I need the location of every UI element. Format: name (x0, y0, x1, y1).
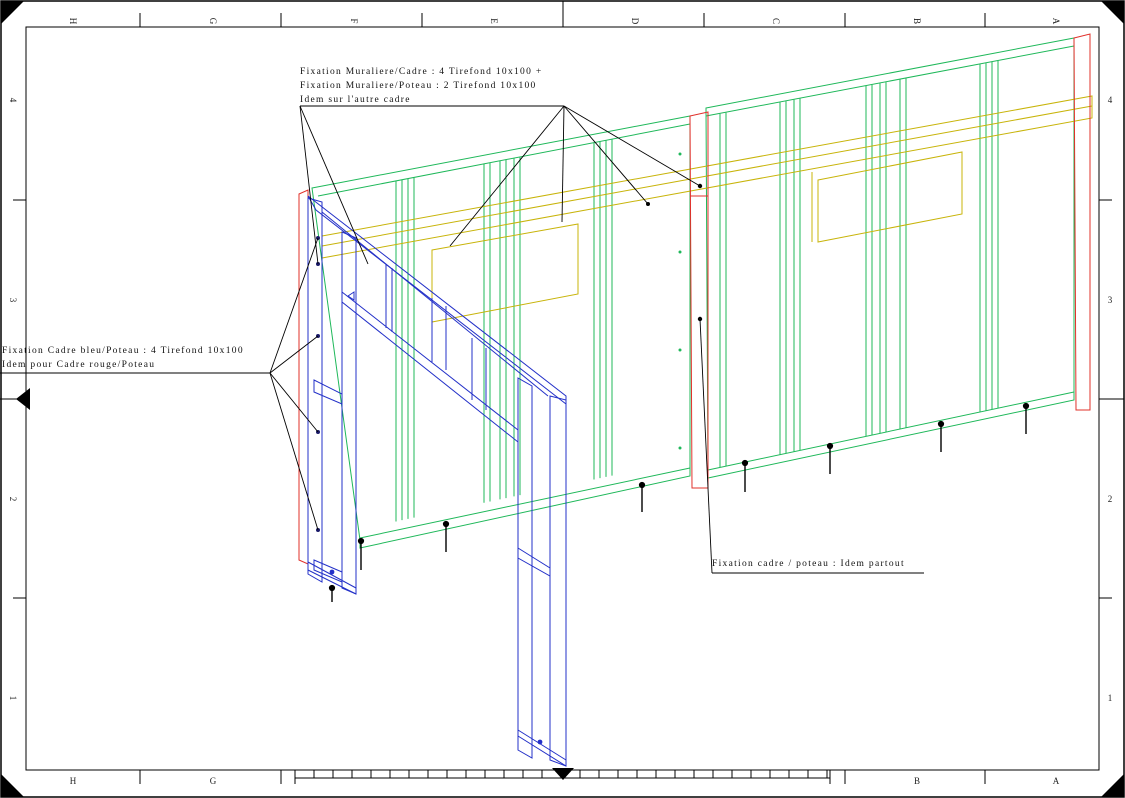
zone-label-left-1: 1 (8, 695, 18, 701)
zone-label-top-e: E (489, 18, 499, 24)
anchor-bolt-head (937, 420, 945, 428)
zone-label-left-3: 3 (8, 297, 18, 303)
blue-frame (307, 195, 567, 767)
zone-label-bottom-a: A (1052, 776, 1060, 786)
zone-label-bottom-g: G (209, 776, 217, 786)
zone-label-right-4: 4 (1107, 95, 1113, 105)
zone-label-top-d: D (630, 17, 640, 25)
wall-fixing-line-2: Fixation Muraliere/Poteau : 2 Tirefond 1… (300, 81, 537, 91)
zone-label-top-h: H (68, 17, 78, 25)
anchor-bolt-head (328, 584, 336, 592)
zone-label-right-3: 3 (1107, 295, 1113, 305)
zone-label-left-4: 4 (8, 97, 18, 103)
anchor-bolts (328, 402, 1030, 602)
wall-fixing-line-3: Idem sur l'autre cadre (300, 95, 411, 105)
blue-frame-fixing-line-1: Fixation Cadre bleu/Poteau : 4 Tirefond … (2, 346, 244, 356)
zone-label-top-a: A (1051, 17, 1061, 25)
red-posts (298, 33, 1091, 565)
leader-lines (0, 105, 924, 574)
wall-fixing-line-1: Fixation Muraliere/Cadre : 4 Tirefond 10… (300, 67, 543, 77)
zone-label-top-c: C (771, 17, 781, 24)
green-wall-frames (311, 37, 1075, 549)
zone-label-bottom-h: H (69, 776, 77, 786)
wall-fixing-note: Fixation Muraliere/Cadre : 4 Tirefond 10… (300, 65, 542, 107)
fixing-points (316, 152, 703, 745)
anchor-bolt-head (442, 520, 450, 528)
assembly-drawing (0, 0, 1125, 798)
blue-frame-fixing-line-2: Idem pour Cadre rouge/Poteau (2, 360, 156, 370)
zone-label-top-f: F (349, 18, 359, 24)
anchor-bolt-head (741, 459, 749, 467)
anchor-bolt-head (357, 537, 365, 545)
anchor-bolt-head (638, 481, 646, 489)
zone-label-right-1: 1 (1107, 693, 1113, 703)
blue-frame-fixing-note: Fixation Cadre bleu/Poteau : 4 Tirefond … (2, 344, 244, 372)
anchor-bolt-head (1022, 402, 1030, 410)
zone-label-top-b: B (912, 17, 922, 24)
zone-label-left-2: 2 (8, 496, 18, 502)
zone-label-right-2: 2 (1107, 494, 1113, 504)
anchor-bolt-head (826, 442, 834, 450)
zone-label-bottom-b: B (913, 776, 920, 786)
frame-post-fixing-line: Fixation cadre / poteau : Idem partout (712, 559, 905, 569)
frame-post-fixing-note: Fixation cadre / poteau : Idem partout (712, 557, 905, 571)
zone-label-top-g: G (208, 17, 218, 25)
